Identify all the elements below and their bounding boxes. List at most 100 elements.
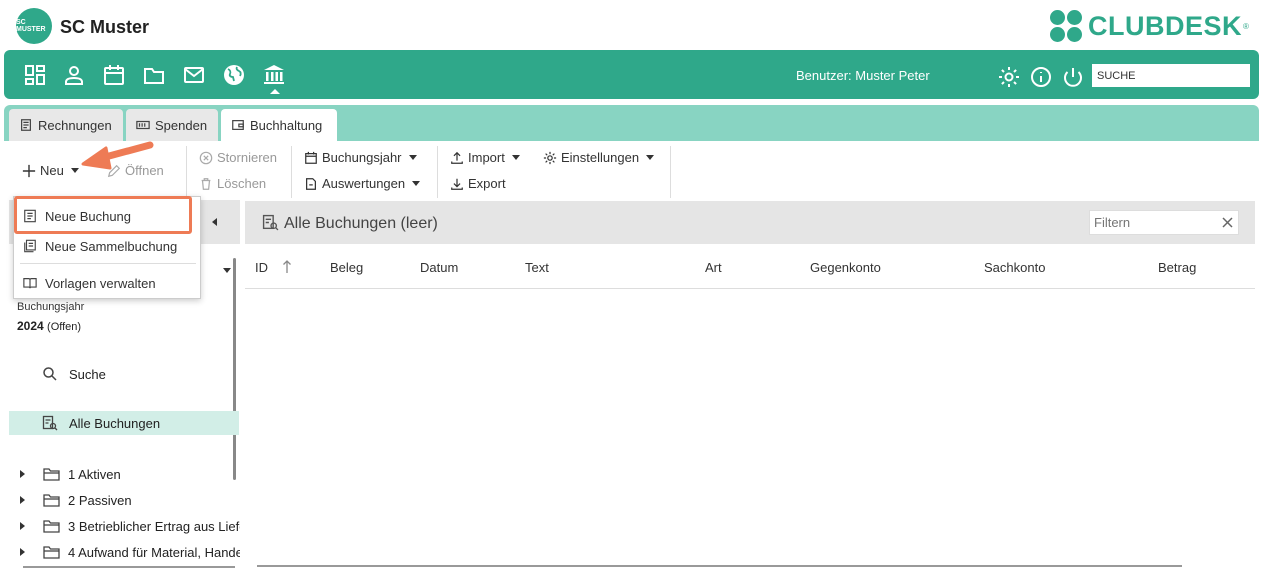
gear-icon	[543, 151, 557, 164]
account-group-label: 1 Aktiven	[68, 466, 121, 482]
cancel-booking-button[interactable]: Stornieren	[199, 150, 277, 165]
tab-rechnungen[interactable]: Rechnungen	[9, 109, 123, 141]
folder-icon[interactable]	[142, 63, 166, 87]
cancel-circle-icon	[199, 151, 213, 164]
open-button[interactable]: Öffnen	[107, 163, 164, 178]
documents-icon	[24, 239, 36, 253]
column-header-beleg[interactable]: Beleg	[330, 260, 363, 275]
close-icon[interactable]	[1222, 217, 1233, 228]
info-icon[interactable]	[1029, 65, 1051, 87]
bookings-panel: Alle Buchungen (leer) ID Beleg Datum Tex…	[245, 201, 1255, 573]
search-icon	[43, 367, 57, 381]
chevron-right-icon[interactable]	[20, 470, 25, 478]
column-header-sachkonto[interactable]: Sachkonto	[984, 260, 1045, 275]
table-header-divider	[245, 288, 1255, 289]
sort-ascending-icon	[282, 260, 291, 273]
globe-icon[interactable]	[222, 63, 246, 87]
calendar-icon	[305, 151, 317, 164]
invoice-icon	[21, 119, 31, 131]
sidebar-item-label: Suche	[69, 366, 106, 382]
column-header-text[interactable]: Text	[525, 260, 549, 275]
club-logo[interactable]: SC MUSTER	[16, 8, 52, 44]
donation-icon	[136, 120, 150, 130]
wallet-icon	[232, 120, 244, 130]
toolbar-divider	[186, 146, 187, 198]
account-group-row[interactable]: 2 Passiven	[20, 491, 240, 509]
new-button-label: Neu	[40, 163, 64, 178]
filter-input[interactable]	[1090, 211, 1215, 234]
clubdesk-logo: CLUBDESK ®	[1050, 10, 1249, 42]
current-user-label: Benutzer: Muster Peter	[796, 68, 930, 83]
mail-icon[interactable]	[182, 63, 206, 87]
account-group-row[interactable]: 4 Aufwand für Material, Handelswaren	[20, 543, 240, 561]
booking-year-button[interactable]: Buchungsjahr	[304, 150, 417, 165]
cancel-booking-label: Stornieren	[217, 150, 277, 165]
menu-item-label: Vorlagen verwalten	[45, 275, 156, 291]
chevron-down-icon	[70, 168, 79, 173]
dashboard-icon[interactable]	[23, 63, 47, 87]
year-status: (Offen)	[47, 321, 82, 333]
menu-item-label: Neue Sammelbuchung	[45, 238, 178, 254]
account-group-row[interactable]: 1 Aktiven	[20, 465, 240, 483]
delete-button[interactable]: Löschen	[199, 176, 266, 191]
delete-button-label: Löschen	[217, 176, 267, 191]
column-header-betrag[interactable]: Betrag	[1158, 260, 1196, 275]
active-nav-indicator	[270, 89, 280, 94]
column-header-gegenkonto[interactable]: Gegenkonto	[810, 260, 881, 275]
sidebar-hscrollbar[interactable]	[23, 566, 235, 568]
open-button-label: Öffnen	[125, 163, 164, 178]
report-icon	[306, 177, 316, 190]
chevron-down-icon	[511, 155, 520, 160]
bookings-title: Alle Buchungen (leer)	[284, 215, 438, 232]
column-header-art[interactable]: Art	[705, 260, 722, 275]
menu-item-manage-templates[interactable]: Vorlagen verwalten	[14, 273, 200, 293]
export-label: Export	[468, 176, 506, 191]
import-button[interactable]: Import	[450, 150, 520, 165]
upload-icon	[451, 151, 463, 164]
reports-label: Auswertungen	[322, 176, 406, 191]
tab-label: Rechnungen	[38, 117, 112, 133]
folder-icon	[43, 520, 60, 533]
chevron-right-icon[interactable]	[20, 548, 25, 556]
chevron-right-icon[interactable]	[20, 496, 25, 504]
settings-button[interactable]: Einstellungen	[543, 150, 655, 165]
global-search-input[interactable]	[1092, 64, 1250, 87]
reports-button[interactable]: Auswertungen	[304, 176, 421, 191]
account-group-label: 4 Aufwand für Material, Handelswaren	[68, 544, 240, 560]
column-header-datum[interactable]: Datum	[420, 260, 458, 275]
tab-buchhaltung[interactable]: Buchhaltung	[221, 109, 337, 141]
new-button[interactable]: Neu	[22, 163, 79, 178]
sidebar-item-search[interactable]: Suche	[42, 365, 106, 383]
chevron-right-icon[interactable]	[20, 522, 25, 530]
booking-list-icon	[262, 214, 279, 231]
collapse-sidebar-icon[interactable]	[212, 218, 217, 226]
column-header-id[interactable]: ID	[255, 260, 292, 275]
table-hscrollbar[interactable]	[257, 565, 1182, 567]
person-icon[interactable]	[62, 63, 86, 87]
book-icon	[23, 278, 37, 289]
bank-icon[interactable]	[262, 63, 286, 87]
tab-spenden[interactable]: Spenden	[126, 109, 218, 141]
download-icon	[451, 178, 463, 190]
column-label: ID	[255, 260, 268, 275]
folder-icon	[43, 546, 60, 559]
folder-icon	[43, 494, 60, 507]
power-icon[interactable]	[1061, 65, 1082, 87]
sidebar-item-all-bookings[interactable]: Alle Buchungen	[9, 411, 239, 435]
bookings-panel-header: Alle Buchungen (leer)	[245, 201, 1255, 244]
account-group-row[interactable]: 3 Betrieblicher Ertrag aus Lieferungen	[20, 517, 240, 535]
gear-icon[interactable]	[997, 65, 1019, 87]
sidebar-scrollbar[interactable]	[233, 258, 236, 480]
calendar-icon[interactable]	[102, 63, 126, 87]
filter-field[interactable]	[1089, 210, 1239, 235]
account-group-label: 3 Betrieblicher Ertrag aus Lieferungen	[68, 518, 240, 534]
export-button[interactable]: Export	[450, 176, 506, 191]
booking-year-label: Buchungsjahr	[322, 150, 402, 165]
settings-label: Einstellungen	[561, 150, 640, 165]
app-header: SC MUSTER SC Muster CLUBDESK ®	[0, 0, 1264, 50]
booking-year-value[interactable]: 2024 (Offen)	[17, 319, 81, 333]
sidebar-item-label: Alle Buchungen	[69, 415, 161, 431]
chevron-down-icon[interactable]	[223, 268, 231, 273]
club-name: SC Muster	[60, 17, 150, 37]
menu-item-new-batch-booking[interactable]: Neue Sammelbuchung	[14, 236, 200, 256]
